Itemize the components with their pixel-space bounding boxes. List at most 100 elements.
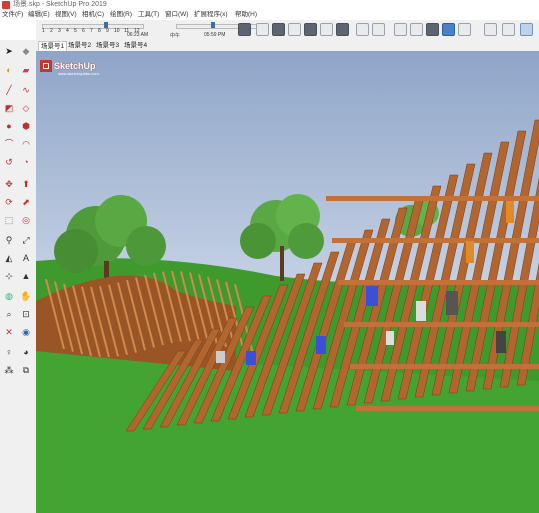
shelf-tier xyxy=(356,406,539,411)
month-label: 9 xyxy=(106,28,109,34)
walk-icon[interactable]: ⁂ xyxy=(3,364,15,376)
menu-camera[interactable]: 相机(C) xyxy=(82,10,104,20)
month-label: 10 xyxy=(114,28,120,34)
menu-extensions[interactable]: 扩展程序(x) xyxy=(194,10,228,20)
move-arrows-icon[interactable] xyxy=(484,23,497,36)
month-label: 7 xyxy=(90,28,93,34)
paint-bucket-icon[interactable]: ◐ xyxy=(3,64,15,76)
arc-icon[interactable]: ⌒ xyxy=(3,138,15,150)
scale-icon[interactable]: ⬚ xyxy=(3,214,15,226)
component-settings-icon[interactable] xyxy=(520,23,533,36)
eraser-icon[interactable]: ▰ xyxy=(20,64,32,76)
follow-me-icon[interactable]: ⬈ xyxy=(20,196,32,208)
right-view-icon[interactable] xyxy=(320,23,333,36)
3d-text-icon[interactable]: ▲ xyxy=(20,270,32,282)
top-view-icon[interactable] xyxy=(288,23,301,36)
camera-icon[interactable] xyxy=(256,23,269,36)
month-label: 6 xyxy=(82,28,85,34)
shaded-textures-icon[interactable] xyxy=(442,23,455,36)
rectangle-icon[interactable]: ◩ xyxy=(3,102,15,114)
iso-view-icon[interactable] xyxy=(272,23,285,36)
pie-icon[interactable]: ◔ xyxy=(20,156,32,168)
time-slider[interactable] xyxy=(176,24,266,29)
book xyxy=(386,331,394,345)
back-view-icon[interactable] xyxy=(336,23,349,36)
monochrome-icon[interactable] xyxy=(458,23,471,36)
circle-icon[interactable]: ● xyxy=(3,120,15,132)
make-component-icon[interactable]: ◆ xyxy=(20,45,32,57)
book xyxy=(416,301,426,321)
shelf-tier xyxy=(350,364,539,369)
menu-file[interactable]: 文件(F) xyxy=(2,10,23,20)
shelf-tier xyxy=(338,280,539,285)
rotated-rectangle-icon[interactable]: ◇ xyxy=(20,102,32,114)
shaded-icon[interactable] xyxy=(426,23,439,36)
book xyxy=(466,241,474,263)
dimension-icon[interactable]: ⤢ xyxy=(20,234,32,246)
menu-draw[interactable]: 绘图(R) xyxy=(110,10,132,20)
three-point-arc-icon[interactable]: ↺ xyxy=(3,156,15,168)
menu-view[interactable]: 视图(V) xyxy=(55,10,77,20)
tab-scene-4[interactable]: 场景号4 xyxy=(122,41,149,51)
time-slider-thumb[interactable] xyxy=(211,22,216,28)
sections-icon[interactable] xyxy=(502,23,515,36)
book xyxy=(316,336,326,354)
menu-bar: 文件(F) 编辑(E) 视图(V) 相机(C) 绘图(R) 工具(T) 窗口(W… xyxy=(0,10,539,20)
zoom-extents-icon[interactable]: ✕ xyxy=(3,326,15,338)
protractor-icon[interactable]: ◭ xyxy=(3,252,15,264)
sunrise-time: 06:23 AM xyxy=(127,32,149,38)
section-plane-icon[interactable]: ⧉ xyxy=(20,364,32,376)
wireframe-icon[interactable] xyxy=(394,23,407,36)
tab-scene-2[interactable]: 场景号2 xyxy=(66,41,93,51)
menu-tools[interactable]: 工具(T) xyxy=(138,10,159,20)
axes-icon[interactable]: ⊹ xyxy=(3,270,15,282)
scene-tabs: 场景号1 场景号2 场景号3 场景号4 xyxy=(36,40,539,52)
select-arrow-icon[interactable]: ➤ xyxy=(3,45,15,57)
book xyxy=(216,351,225,363)
xray-icon[interactable] xyxy=(356,23,369,36)
menu-edit[interactable]: 编辑(E) xyxy=(28,10,50,20)
pan-hand-icon[interactable]: ✋ xyxy=(20,290,32,302)
month-label: 8 xyxy=(98,28,101,34)
position-camera-icon[interactable]: ♀ xyxy=(3,346,15,358)
push-pull-icon[interactable]: ⬆ xyxy=(20,178,32,190)
two-point-arc-icon[interactable]: ◠ xyxy=(20,138,32,150)
sunset-time: 05:59 PM xyxy=(204,32,226,38)
tape-measure-icon[interactable]: ⚲ xyxy=(3,234,15,246)
rotate-icon[interactable]: ⟳ xyxy=(3,196,15,208)
pencil-line-icon[interactable]: ╱ xyxy=(3,84,15,96)
title-bar: 场景.skp - SketchUp Pro 2019 xyxy=(0,0,539,10)
text-icon[interactable]: A xyxy=(20,252,32,264)
shelf-tier xyxy=(332,238,539,243)
noon-label: 中午 xyxy=(170,33,181,39)
model-viewport[interactable]: SketchUp www.sketchupbbs.com xyxy=(36,51,539,513)
menu-window[interactable]: 窗口(W) xyxy=(165,10,188,20)
window-title: 场景.skp - SketchUp Pro 2019 xyxy=(13,1,107,8)
book xyxy=(446,291,458,315)
back-edges-icon[interactable] xyxy=(372,23,385,36)
zoom-window-icon[interactable]: ⊡ xyxy=(20,308,32,320)
menu-help[interactable]: 帮助(H) xyxy=(235,10,257,20)
book xyxy=(506,201,514,223)
shelf-tier xyxy=(326,196,539,201)
orbit-icon[interactable]: ◍ xyxy=(3,290,15,302)
logo-url: www.sketchupbbs.com xyxy=(58,71,99,76)
sketchup-logo: SketchUp www.sketchupbbs.com xyxy=(40,57,99,76)
shadows-toggle-icon[interactable] xyxy=(238,23,251,36)
freehand-icon[interactable]: ∿ xyxy=(20,84,32,96)
shelf-tier xyxy=(344,322,539,327)
sketchup-logo-icon xyxy=(40,60,52,72)
zoom-icon[interactable]: ⌕ xyxy=(3,308,15,320)
offset-icon[interactable]: ◎ xyxy=(20,214,32,226)
previous-view-icon[interactable]: ◉ xyxy=(20,326,32,338)
front-view-icon[interactable] xyxy=(304,23,317,36)
tab-scene-3[interactable]: 场景号3 xyxy=(94,41,121,51)
shadow-settings-bar: 1 2 3 4 5 6 7 8 9 10 11 12 06:23 AM 中午 0… xyxy=(42,21,266,39)
book xyxy=(366,286,378,306)
month-label: 3 xyxy=(58,28,61,34)
book xyxy=(496,331,506,353)
move-icon[interactable]: ✥ xyxy=(3,178,15,190)
look-around-icon[interactable]: ◕ xyxy=(20,346,32,358)
hidden-line-icon[interactable] xyxy=(410,23,423,36)
polygon-icon[interactable]: ⬢ xyxy=(20,120,32,132)
